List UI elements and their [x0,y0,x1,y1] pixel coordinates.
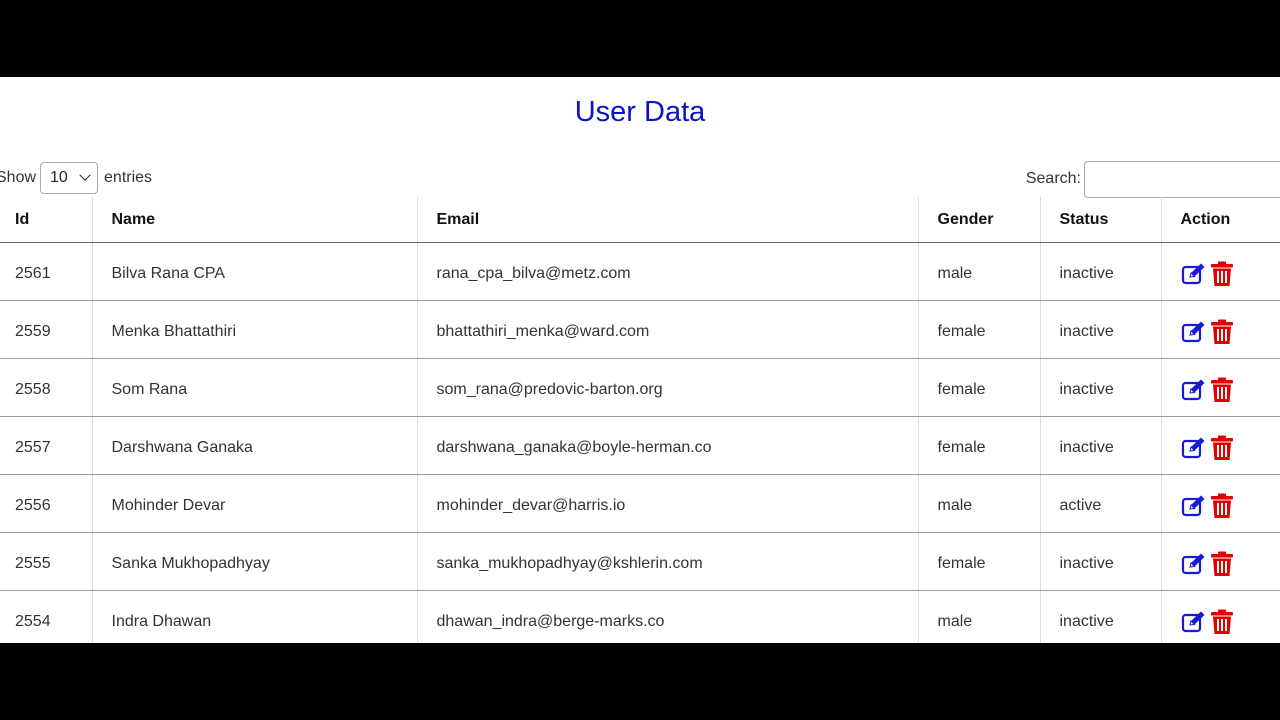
cell-email: bhattathiri_menka@ward.com [416,300,918,359]
trash-icon[interactable] [1210,377,1234,403]
column-header-gender[interactable]: Gender [917,197,1040,243]
edit-icon[interactable] [1181,262,1207,286]
column-header-status[interactable]: Status [1039,197,1161,243]
table-row: 2559 Menka Bhattathiri bhattathiri_menka@w… [0,300,1280,359]
cell-status: inactive [1039,416,1161,475]
trash-icon[interactable] [1210,435,1234,461]
row-actions [1181,435,1280,461]
cell-gender: female [917,300,1040,359]
cell-action [1160,474,1280,533]
cell-id: 2556 [0,474,92,533]
cell-name: Darshwana Ganaka [91,416,417,475]
table-row: 2554 Indra Dhawan dhawan_indra@berge-marks… [0,590,1280,643]
trash-icon[interactable] [1210,551,1234,577]
cell-email: dhawan_indra@berge-marks.co [416,590,918,643]
column-header-action: Action [1160,197,1280,243]
search-input[interactable] [1084,160,1280,198]
trash-icon[interactable] [1210,319,1234,345]
cell-name: Sanka Mukhopadhyay [91,532,417,591]
edit-icon[interactable] [1181,436,1207,460]
cell-name: Som Rana [91,358,417,417]
cell-status: inactive [1039,300,1161,359]
app-viewport: User Data Show 10 entries Search: Id Nam… [0,77,1280,643]
row-actions [1181,493,1280,519]
row-actions [1181,261,1280,287]
cell-email: darshwana_ganaka@boyle-herman.co [416,416,918,475]
row-actions [1181,551,1280,577]
chevron-down-icon [79,169,91,181]
cell-email: sanka_mukhopadhyay@kshlerin.com [416,532,918,591]
cell-id: 2559 [0,300,92,359]
entries-select[interactable]: 10 [40,162,99,194]
table-row: 2557 Darshwana Ganaka darshwana_ganaka@boy… [0,416,1280,475]
cell-action [1160,242,1280,301]
cell-action [1160,300,1280,359]
cell-gender: female [917,358,1040,417]
entries-select-value: 10 [50,169,68,186]
trash-icon[interactable] [1210,261,1234,287]
cell-name: Menka Bhattathiri [91,300,417,359]
entries-prefix-label: Show [0,169,37,186]
cell-id: 2554 [0,590,92,643]
cell-gender: female [917,416,1040,475]
cell-status: inactive [1039,242,1161,301]
cell-name: Mohinder Devar [91,474,417,533]
cell-name: Indra Dhawan [91,590,417,643]
cell-action [1160,416,1280,475]
column-header-name[interactable]: Name [91,197,417,243]
cell-gender: male [917,590,1040,643]
edit-icon[interactable] [1181,552,1207,576]
search-control: Search: [1026,160,1280,198]
entries-suffix-label: entries [104,169,153,186]
table-row: 2555 Sanka Mukhopadhyay sanka_mukhopadhyay… [0,532,1280,591]
cell-action [1160,590,1280,643]
trash-icon[interactable] [1210,493,1234,519]
cell-status: inactive [1039,590,1161,643]
cell-id: 2558 [0,358,92,417]
table-row: 2556 Mohinder Devar mohinder_devar@harris.… [0,474,1280,533]
cell-email: som_rana@predovic-barton.org [416,358,918,417]
cell-gender: female [917,532,1040,591]
row-actions [1181,609,1280,635]
table-header-row: Id Name Email Gender Status Action [0,197,1280,243]
cell-gender: male [917,474,1040,533]
cell-id: 2555 [0,532,92,591]
column-header-email[interactable]: Email [416,197,918,243]
trash-icon[interactable] [1210,609,1234,635]
table-row: 2561 Bilva Rana CPA rana_cpa_bilva@metz.co… [0,242,1280,301]
search-label: Search: [1025,170,1081,187]
row-actions [1181,319,1280,345]
cell-status: active [1039,474,1161,533]
cell-id: 2561 [0,242,92,301]
entries-length-control: Show 10 entries [0,161,152,195]
edit-icon[interactable] [1181,494,1207,518]
cell-status: inactive [1039,532,1161,591]
cell-email: mohinder_devar@harris.io [416,474,918,533]
edit-icon[interactable] [1181,378,1207,402]
column-header-id[interactable]: Id [0,197,92,243]
table-row: 2558 Som Rana som_rana@predovic-barton.org… [0,358,1280,417]
cell-name: Bilva Rana CPA [91,242,417,301]
edit-icon[interactable] [1181,320,1207,344]
cell-action [1160,532,1280,591]
row-actions [1181,377,1280,403]
cell-email: rana_cpa_bilva@metz.com [416,242,918,301]
users-table: Id Name Email Gender Status Action 2561 B… [0,197,1280,643]
cell-gender: male [917,242,1040,301]
cell-status: inactive [1039,358,1161,417]
page-title: User Data [574,96,706,128]
cell-action [1160,358,1280,417]
edit-icon[interactable] [1181,610,1207,634]
cell-id: 2557 [0,416,92,475]
